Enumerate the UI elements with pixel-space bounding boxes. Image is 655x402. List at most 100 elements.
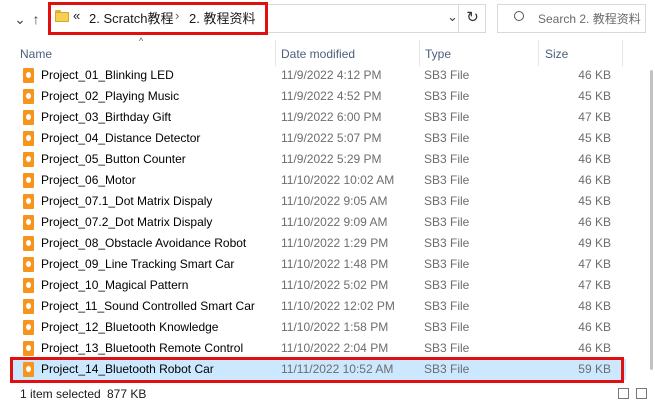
column-divider[interactable] bbox=[622, 40, 623, 66]
scratch-file-icon bbox=[23, 278, 34, 293]
file-size: 46 KB bbox=[578, 341, 611, 355]
file-date: 11/10/2022 1:58 PM bbox=[281, 320, 389, 334]
file-type: SB3 File bbox=[424, 320, 470, 334]
status-selection-count: 1 item selected bbox=[20, 387, 101, 401]
file-size: 45 KB bbox=[578, 194, 611, 208]
file-type: SB3 File bbox=[424, 215, 470, 229]
search-icon bbox=[514, 11, 524, 21]
refresh-icon[interactable]: ↻ bbox=[458, 4, 486, 33]
file-date: 11/10/2022 1:29 PM bbox=[281, 236, 389, 250]
scratch-file-icon bbox=[23, 110, 34, 125]
file-date: 11/10/2022 10:02 AM bbox=[281, 173, 395, 187]
file-date: 11/10/2022 12:02 PM bbox=[281, 299, 395, 313]
scratch-file-icon bbox=[23, 299, 34, 314]
scratch-file-icon bbox=[23, 194, 34, 209]
file-row[interactable]: Project_09_Line Tracking Smart Car 11/10/… bbox=[10, 254, 626, 275]
file-name: Project_13_Bluetooth Remote Control bbox=[41, 341, 244, 355]
folder-icon bbox=[55, 10, 69, 22]
file-date: 11/9/2022 6:00 PM bbox=[281, 110, 382, 124]
status-selection-size: 877 KB bbox=[107, 387, 147, 401]
scratch-file-icon bbox=[23, 257, 34, 272]
file-name: Project_14_Bluetooth Robot Car bbox=[41, 362, 214, 376]
file-name: Project_04_Distance Detector bbox=[41, 131, 201, 145]
file-size: 59 KB bbox=[578, 362, 611, 376]
file-row[interactable]: Project_08_Obstacle Avoidance Robot 11/10… bbox=[10, 233, 626, 254]
file-date: 11/9/2022 4:52 PM bbox=[281, 89, 382, 103]
file-type: SB3 File bbox=[424, 152, 470, 166]
scratch-file-icon bbox=[23, 68, 34, 83]
column-divider[interactable] bbox=[538, 40, 539, 66]
file-date: 11/10/2022 9:05 AM bbox=[281, 194, 388, 208]
file-name: Project_07.1_Dot Matrix Dispaly bbox=[41, 194, 213, 208]
file-date: 11/9/2022 5:07 PM bbox=[281, 131, 382, 145]
file-size: 48 KB bbox=[578, 299, 611, 313]
column-name[interactable]: Name bbox=[20, 47, 52, 61]
file-date: 11/9/2022 4:12 PM bbox=[281, 68, 382, 82]
file-row[interactable]: Project_06_Motor 11/10/2022 10:02 AM SB3 F… bbox=[10, 170, 626, 191]
file-name: Project_03_Birthday Gift bbox=[41, 110, 172, 124]
file-size: 47 KB bbox=[578, 257, 611, 271]
file-type: SB3 File bbox=[424, 362, 470, 376]
scratch-file-icon bbox=[23, 89, 34, 104]
file-size: 45 KB bbox=[578, 89, 611, 103]
file-date: 11/9/2022 5:29 PM bbox=[281, 152, 382, 166]
file-name: Project_05_Button Counter bbox=[41, 152, 186, 166]
file-date: 11/10/2022 9:09 AM bbox=[281, 215, 388, 229]
up-arrow-icon[interactable]: ↑ bbox=[26, 9, 46, 29]
file-row[interactable]: Project_11_Sound Controlled Smart Car 11/… bbox=[10, 296, 626, 317]
file-type: SB3 File bbox=[424, 236, 470, 250]
column-divider[interactable] bbox=[419, 40, 420, 66]
file-row[interactable]: Project_12_Bluetooth Knowledge 11/10/2022… bbox=[10, 317, 626, 338]
file-size: 46 KB bbox=[578, 215, 611, 229]
scratch-file-icon bbox=[23, 173, 34, 188]
file-name: Project_02_Playing Music bbox=[41, 89, 180, 103]
file-size: 47 KB bbox=[578, 110, 611, 124]
file-row[interactable]: Project_01_Blinking LED 11/9/2022 4:12 PM… bbox=[10, 65, 626, 86]
file-row[interactable]: Project_02_Playing Music 11/9/2022 4:52 P… bbox=[10, 86, 626, 107]
scratch-file-icon bbox=[23, 362, 34, 377]
breadcrumb-separator-icon[interactable]: › bbox=[175, 8, 179, 23]
file-row[interactable]: Project_05_Button Counter 11/9/2022 5:29 … bbox=[10, 149, 626, 170]
file-row[interactable]: Project_07.2_Dot Matrix Dispaly 11/10/202… bbox=[10, 212, 626, 233]
scratch-file-icon bbox=[23, 320, 34, 335]
address-dropdown-icon[interactable]: ⌄ bbox=[447, 9, 458, 25]
file-size: 45 KB bbox=[578, 131, 611, 145]
file-name: Project_06_Motor bbox=[41, 173, 136, 187]
scrollbar-thumb[interactable] bbox=[650, 70, 653, 370]
scratch-file-icon bbox=[23, 236, 34, 251]
column-type[interactable]: Type bbox=[425, 47, 451, 61]
column-date[interactable]: Date modified bbox=[281, 47, 355, 61]
file-size: 46 KB bbox=[578, 173, 611, 187]
sort-ascending-icon: ^ bbox=[139, 36, 144, 46]
file-row[interactable]: Project_10_Magical Pattern 11/10/2022 5:0… bbox=[10, 275, 626, 296]
file-type: SB3 File bbox=[424, 89, 470, 103]
details-view-icon[interactable] bbox=[618, 388, 629, 399]
scratch-file-icon bbox=[23, 341, 34, 356]
file-name: Project_12_Bluetooth Knowledge bbox=[41, 320, 219, 334]
file-row[interactable]: Project_03_Birthday Gift 11/9/2022 6:00 P… bbox=[10, 107, 626, 128]
overflow-chevron-icon[interactable]: « bbox=[73, 8, 80, 23]
file-size: 49 KB bbox=[578, 236, 611, 250]
file-type: SB3 File bbox=[424, 194, 470, 208]
file-row[interactable]: Project_07.1_Dot Matrix Dispaly 11/10/202… bbox=[10, 191, 626, 212]
file-type: SB3 File bbox=[424, 257, 470, 271]
column-divider[interactable] bbox=[275, 40, 276, 66]
file-type: SB3 File bbox=[424, 341, 470, 355]
large-icons-view-icon[interactable] bbox=[636, 388, 647, 399]
scratch-file-icon bbox=[23, 152, 34, 167]
file-type: SB3 File bbox=[424, 110, 470, 124]
file-date: 11/10/2022 1:48 PM bbox=[281, 257, 389, 271]
breadcrumb-scratch[interactable]: 2. Scratch教程 bbox=[89, 8, 174, 27]
file-row[interactable]: Project_04_Distance Detector 11/9/2022 5:… bbox=[10, 128, 626, 149]
file-type: SB3 File bbox=[424, 299, 470, 313]
file-row[interactable]: Project_14_Bluetooth Robot Car 11/11/2022… bbox=[10, 359, 626, 380]
column-size[interactable]: Size bbox=[545, 47, 568, 61]
scratch-file-icon bbox=[23, 131, 34, 146]
file-row[interactable]: Project_13_Bluetooth Remote Control 11/10… bbox=[10, 338, 626, 359]
breadcrumb-materials[interactable]: 2. 教程资料 bbox=[189, 8, 255, 27]
search-placeholder: Search 2. 教程资料 bbox=[538, 12, 641, 26]
file-type: SB3 File bbox=[424, 131, 470, 145]
file-name: Project_07.2_Dot Matrix Dispaly bbox=[41, 215, 213, 229]
file-date: 11/10/2022 2:04 PM bbox=[281, 341, 389, 355]
file-name: Project_08_Obstacle Avoidance Robot bbox=[41, 236, 247, 250]
